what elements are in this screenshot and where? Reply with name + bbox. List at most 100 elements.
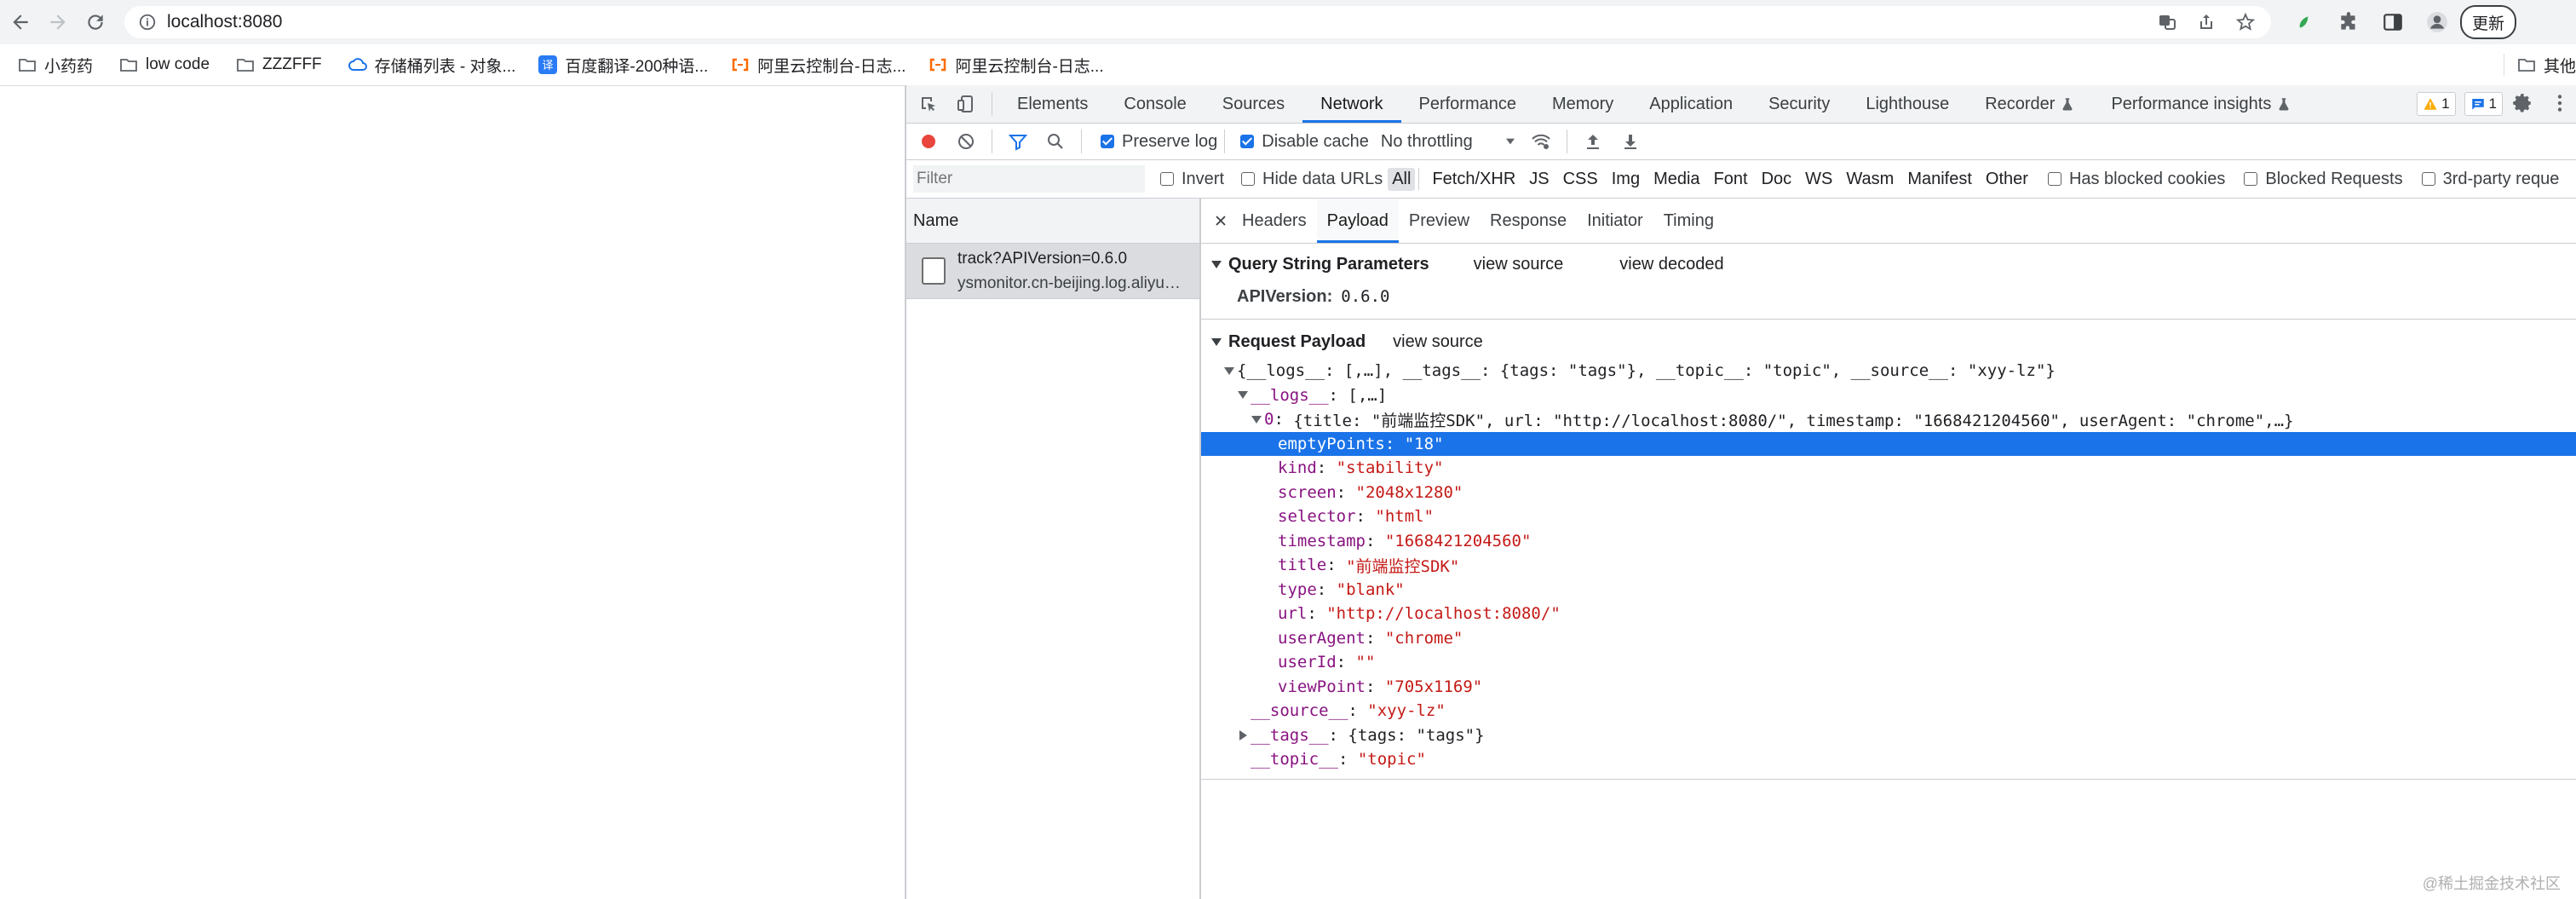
puzzle-icon[interactable] — [2337, 11, 2360, 33]
tree-field-row[interactable]: type: "blank" — [1201, 578, 2576, 602]
filter-type-wasm[interactable]: Wasm — [1842, 168, 1898, 191]
tree-topic-row[interactable]: __topic__: "topic" — [1201, 747, 2576, 772]
clear-button[interactable] — [947, 124, 985, 159]
bookmark-link[interactable]: 译 百度翻译-200种语... — [538, 54, 708, 77]
record-button[interactable] — [910, 124, 947, 159]
filter-type-img[interactable]: Img — [1607, 168, 1644, 191]
tab-elements[interactable]: Elements — [999, 85, 1106, 123]
import-har-button[interactable] — [1574, 124, 1612, 159]
reload-button[interactable] — [78, 5, 112, 39]
bookmark-folder[interactable]: ZZZFFF — [235, 55, 322, 75]
filter-toggle-button[interactable] — [999, 124, 1037, 159]
preserve-log-checkbox[interactable]: Preserve log — [1101, 132, 1217, 152]
query-view-source-link[interactable]: view source — [1474, 255, 1564, 274]
tab-timing[interactable]: Timing — [1653, 199, 1724, 243]
name-column-header[interactable]: Name — [906, 199, 1199, 244]
bookmark-link[interactable]: 阿里云控制台-日志... — [928, 54, 1104, 77]
filter-type-manifest[interactable]: Manifest — [1903, 168, 1976, 191]
update-button[interactable]: 更新 — [2460, 5, 2517, 39]
tab-payload[interactable]: Payload — [1316, 199, 1399, 243]
warnings-badge[interactable]: 1 — [2417, 92, 2456, 116]
filter-type-css[interactable]: CSS — [1559, 168, 1602, 191]
query-view-decoded-link[interactable]: view decoded — [1619, 255, 1723, 274]
tab-memory[interactable]: Memory — [1534, 85, 1631, 123]
tree-source-row[interactable]: __source__: "xyy-lz" — [1201, 699, 2576, 723]
address-bar[interactable]: localhost:8080 — [124, 6, 2271, 38]
tab-response[interactable]: Response — [1480, 199, 1577, 243]
tab-preview[interactable]: Preview — [1399, 199, 1480, 243]
tab-application[interactable]: Application — [1631, 85, 1751, 123]
tree-field-row[interactable]: url: "http://localhost:8080/" — [1201, 602, 2576, 626]
invert-checkbox[interactable]: Invert — [1160, 170, 1224, 189]
tree-field-row[interactable]: selector: "html" — [1201, 504, 2576, 529]
network-conditions-button[interactable] — [1522, 124, 1560, 159]
request-payload-header[interactable]: Request Payload view source — [1201, 325, 2576, 359]
device-toolbar-button[interactable] — [947, 85, 985, 123]
profile-avatar-icon[interactable] — [2426, 11, 2448, 33]
info-icon[interactable] — [138, 13, 157, 32]
filter-type-fetch-xhr[interactable]: Fetch/XHR — [1428, 168, 1520, 191]
tree-field-row[interactable]: userId: "" — [1201, 650, 2576, 675]
tree-field-row-selected[interactable]: emptyPoints: "18" — [1201, 431, 2576, 456]
filter-input[interactable] — [913, 165, 1145, 193]
settings-gear-icon[interactable] — [2511, 92, 2533, 114]
tab-lighthouse[interactable]: Lighthouse — [1848, 85, 1967, 123]
tree-root-row[interactable]: {__logs__: [,…], __tags__: {tags: "tags"… — [1201, 359, 2576, 383]
tab-console[interactable]: Console — [1106, 85, 1204, 123]
tab-network[interactable]: Network — [1302, 85, 1401, 123]
tab-recorder[interactable]: Recorder — [1967, 85, 2093, 123]
tree-logs-row[interactable]: __logs__: [,…] — [1201, 383, 2576, 408]
extension-leaf-icon[interactable] — [2293, 11, 2315, 33]
more-options-icon[interactable] — [2549, 92, 2571, 114]
tree-field-row[interactable]: screen: "2048x1280" — [1201, 481, 2576, 505]
hide-data-urls-checkbox[interactable]: Hide data URLs — [1241, 170, 1383, 189]
filter-type-media[interactable]: Media — [1649, 168, 1704, 191]
messages-badge[interactable]: 1 — [2464, 92, 2503, 116]
tab-performance[interactable]: Performance — [1401, 85, 1535, 123]
tab-headers[interactable]: Headers — [1232, 199, 1317, 243]
search-button[interactable] — [1037, 124, 1074, 159]
tree-item-row[interactable]: 0: {title: "前端监控SDK", url: "http://local… — [1201, 407, 2576, 432]
third-party-checkbox[interactable]: 3rd-party reque — [2421, 170, 2559, 189]
bookmark-folder[interactable]: low code — [118, 55, 210, 75]
tab-performance-insights[interactable]: Performance insights — [2093, 85, 2309, 123]
bookmark-link[interactable]: 存储桶列表 - 对象... — [348, 54, 515, 77]
clear-icon — [958, 134, 974, 149]
request-row-selected[interactable]: track?APIVersion=0.6.0 ysmonitor.cn-beij… — [906, 244, 1199, 299]
side-panel-icon[interactable] — [2382, 11, 2404, 33]
tab-security[interactable]: Security — [1751, 85, 1848, 123]
close-detail-button[interactable] — [1210, 210, 1232, 232]
tree-field-row[interactable]: userAgent: "chrome" — [1201, 626, 2576, 651]
tree-field-row[interactable]: title: "前端监控SDK" — [1201, 553, 2576, 578]
tab-initiator[interactable]: Initiator — [1577, 199, 1653, 243]
tree-field-row[interactable]: kind: "stability" — [1201, 456, 2576, 481]
download-icon — [1624, 135, 1636, 149]
share-icon[interactable] — [2196, 12, 2217, 32]
has-blocked-cookies-checkbox[interactable]: Has blocked cookies — [2047, 170, 2225, 189]
param-value: 0.6.0 — [1341, 287, 1390, 306]
query-params-header[interactable]: Query String Parameters view source view… — [1201, 247, 2576, 281]
payload-view-source-link[interactable]: view source — [1393, 332, 1483, 352]
throttling-select[interactable]: No throttling — [1381, 132, 1519, 152]
other-bookmarks-folder[interactable]: 其他 — [2516, 54, 2576, 77]
blocked-requests-checkbox[interactable]: Blocked Requests — [2244, 170, 2403, 189]
inspect-element-button[interactable] — [910, 85, 947, 123]
tree-tags-row[interactable]: __tags__: {tags: "tags"} — [1201, 723, 2576, 748]
tree-field-row[interactable]: timestamp: "1668421204560" — [1201, 529, 2576, 554]
translate-page-icon[interactable] — [2157, 12, 2177, 32]
export-har-button[interactable] — [1612, 124, 1649, 159]
bookmark-folder[interactable]: 小药药 — [17, 54, 93, 77]
forward-button[interactable] — [41, 5, 75, 39]
disable-cache-checkbox[interactable]: Disable cache — [1240, 132, 1369, 152]
star-icon[interactable] — [2235, 12, 2256, 32]
filter-type-font[interactable]: Font — [1710, 168, 1752, 191]
tree-field-row[interactable]: viewPoint: "705x1169" — [1201, 675, 2576, 700]
back-button[interactable] — [3, 5, 37, 39]
bookmark-link[interactable]: 阿里云控制台-日志... — [730, 54, 906, 77]
filter-type-js[interactable]: JS — [1525, 168, 1553, 191]
tab-sources[interactable]: Sources — [1205, 85, 1302, 123]
filter-type-doc[interactable]: Doc — [1757, 168, 1797, 191]
filter-type-other[interactable]: Other — [1981, 168, 2033, 191]
filter-type-all[interactable]: All — [1388, 167, 1416, 191]
filter-type-ws[interactable]: WS — [1801, 168, 1837, 191]
